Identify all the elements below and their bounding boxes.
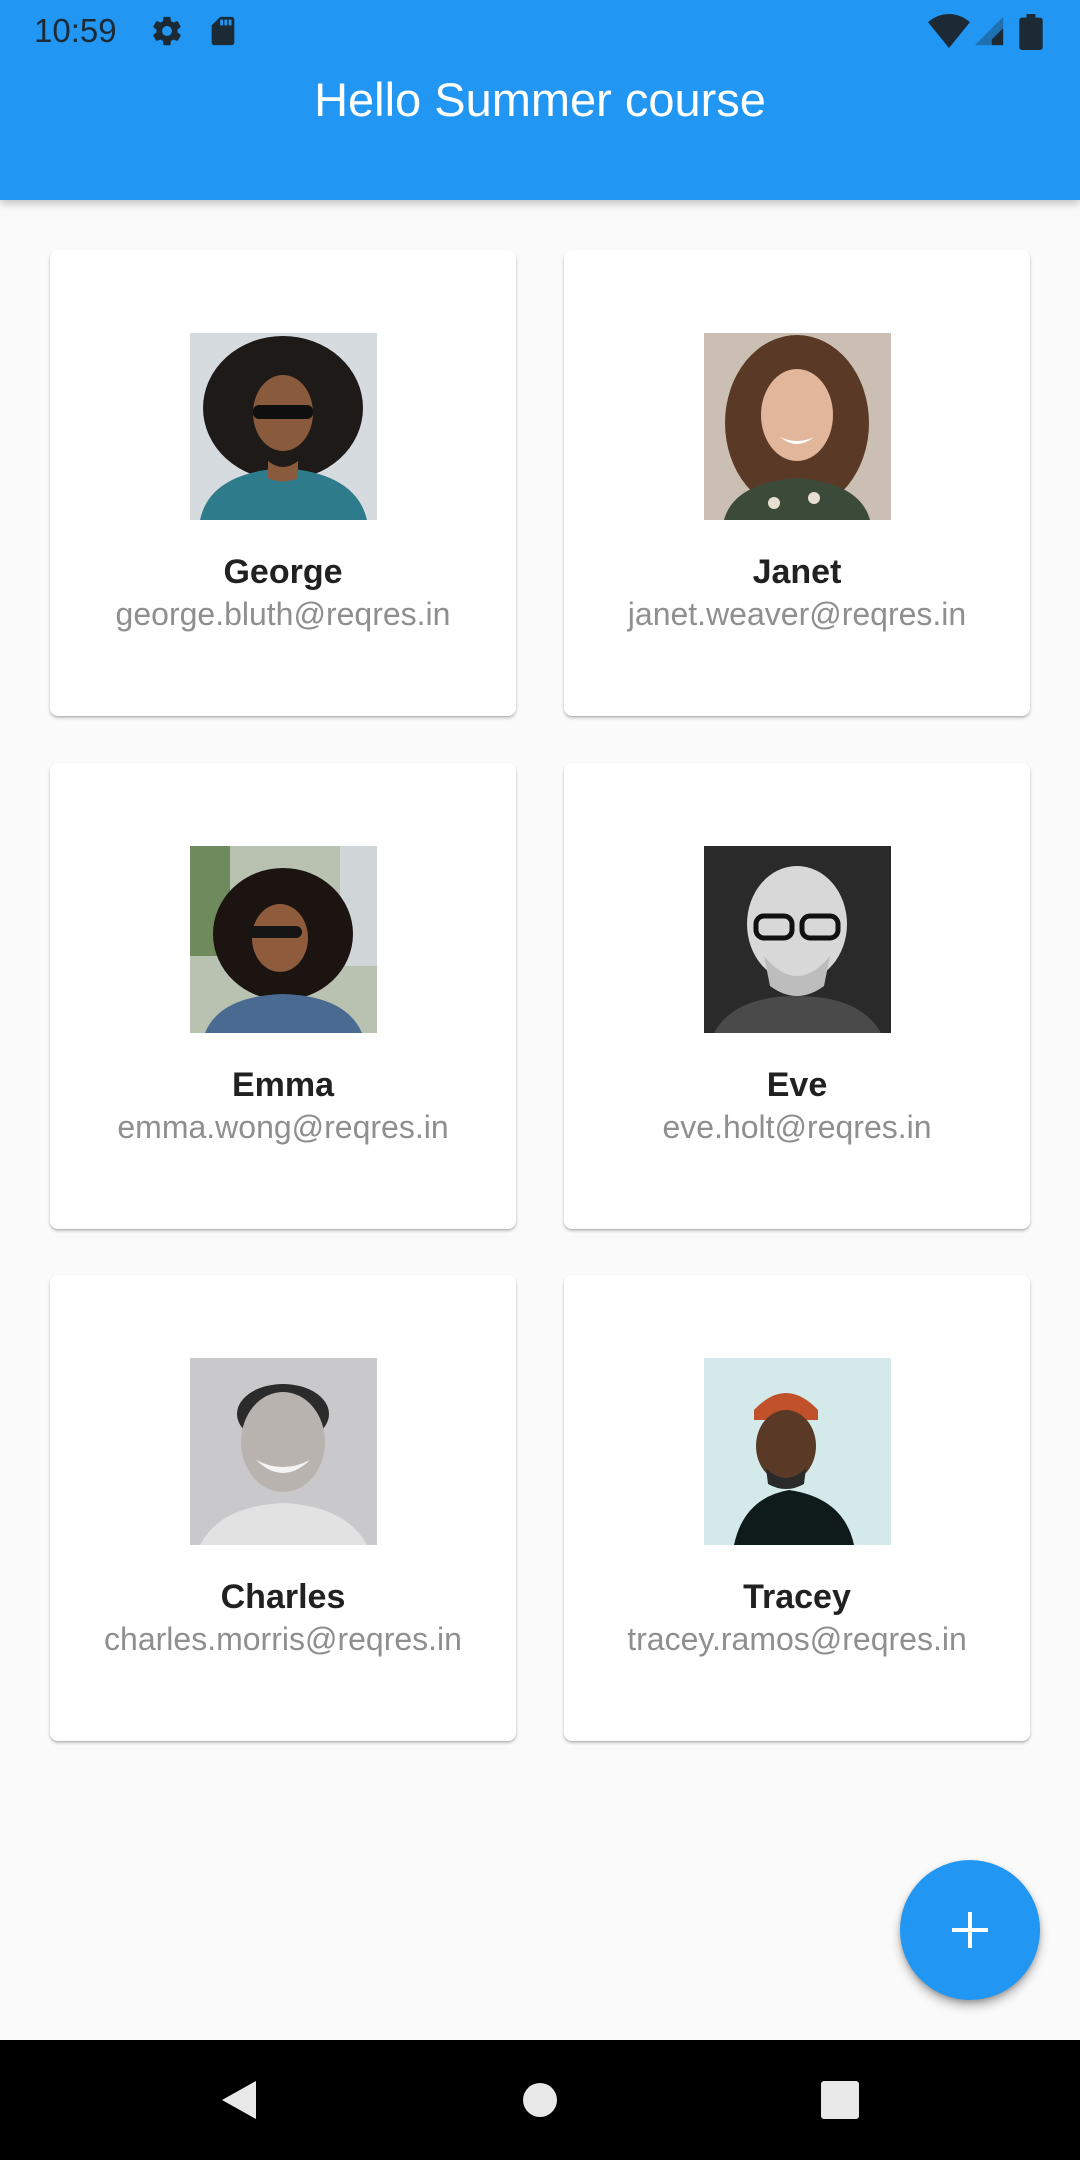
user-name: Janet xyxy=(752,553,842,591)
user-card[interactable]: Charles charles.morris@reqres.in xyxy=(50,1275,516,1741)
app-title: Hello Summer course xyxy=(314,73,766,126)
user-email: eve.holt@reqres.in xyxy=(662,1109,932,1145)
user-card[interactable]: Emma emma.wong@reqres.in xyxy=(50,763,516,1229)
user-card[interactable]: Eve eve.holt@reqres.in xyxy=(564,763,1030,1229)
user-name: Tracey xyxy=(743,1578,851,1616)
user-name: George xyxy=(223,553,343,591)
user-card[interactable]: Janet janet.weaver@reqres.in xyxy=(564,250,1030,716)
navigation-bar xyxy=(0,2040,1080,2160)
user-email: emma.wong@reqres.in xyxy=(117,1109,449,1145)
app-bar: 10:59 Hello Summer course xyxy=(0,0,1080,200)
user-card[interactable]: Tracey tracey.ramos@reqres.in xyxy=(564,1275,1030,1741)
user-name: Charles xyxy=(220,1578,346,1616)
add-button[interactable] xyxy=(900,1860,1040,2000)
user-email: tracey.ramos@reqres.in xyxy=(627,1621,967,1657)
tracey-avatar xyxy=(704,1358,891,1545)
screen: 10:59 Hello Summer course George george.… xyxy=(0,0,1080,2160)
battery-icon xyxy=(1018,14,1044,50)
recents-icon[interactable] xyxy=(800,2060,880,2140)
user-email: george.bluth@reqres.in xyxy=(115,596,451,632)
sd-card-icon xyxy=(206,14,240,48)
status-time: 10:59 xyxy=(34,12,117,49)
user-email: janet.weaver@reqres.in xyxy=(627,596,967,632)
cell-signal-icon xyxy=(972,14,1006,48)
gear-icon xyxy=(150,14,184,48)
user-name: Emma xyxy=(231,1066,335,1104)
user-name: Eve xyxy=(766,1066,828,1104)
home-icon[interactable] xyxy=(500,2060,580,2140)
user-card[interactable]: George george.bluth@reqres.in xyxy=(50,250,516,716)
add-icon xyxy=(952,1912,988,1948)
status-bar: 10:59 xyxy=(0,0,1080,63)
back-icon[interactable] xyxy=(198,2060,278,2140)
george-avatar xyxy=(190,333,377,520)
wifi-icon xyxy=(928,14,970,48)
emma-avatar xyxy=(190,846,377,1033)
user-email: charles.morris@reqres.in xyxy=(104,1621,462,1657)
charles-avatar xyxy=(190,1358,377,1545)
janet-avatar xyxy=(704,333,891,520)
eve-avatar xyxy=(704,846,891,1033)
